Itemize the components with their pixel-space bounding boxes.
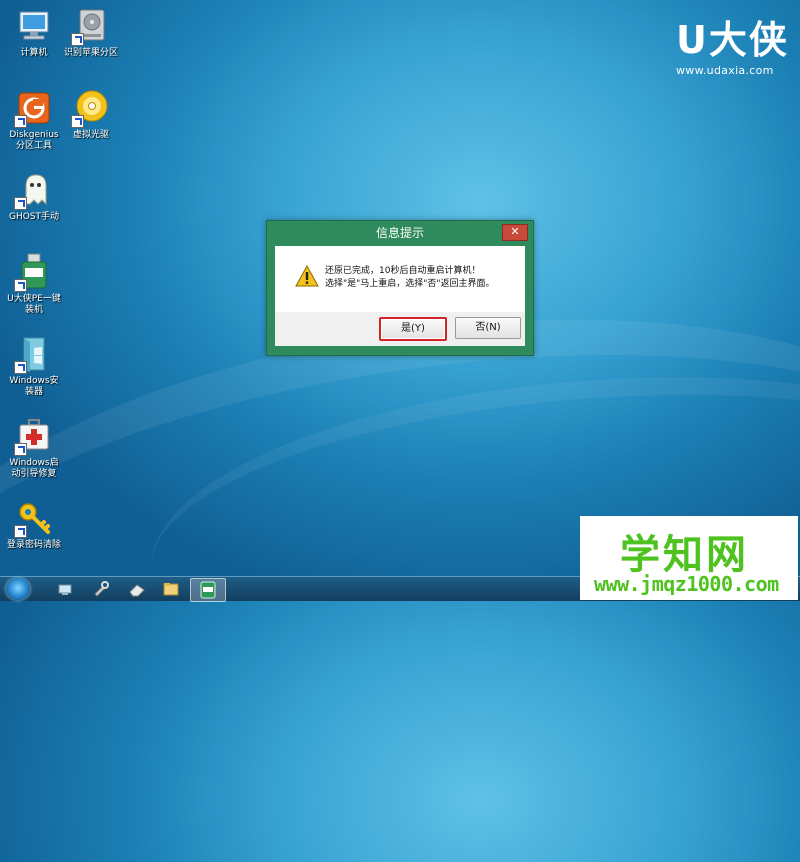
taskbar-udaxia-app[interactable] <box>190 578 226 602</box>
shortcut-arrow-icon <box>14 115 27 128</box>
message-line-2: 选择"是"马上重启，选择"否"返回主界面。 <box>325 279 495 289</box>
shortcut-arrow-icon <box>14 525 27 538</box>
desktop-icon-windows-installer[interactable]: Windows安 装器 <box>0 334 68 398</box>
desktop-icon-virtual-drive[interactable]: 虚拟光驱 <box>57 88 125 141</box>
ghost-icon <box>14 170 54 210</box>
dialog-title: 信息提示 <box>375 226 424 240</box>
key-icon <box>14 498 54 538</box>
dialog-message: 还原已完成，10秒后自动重启计算机！ 选择"是"马上重启，选择"否"返回主界面。 <box>325 265 495 291</box>
desktop-icon-label: GHOST手动 <box>8 212 60 222</box>
shortcut-arrow-icon <box>14 197 27 210</box>
taskbar-eraser-icon[interactable] <box>128 580 146 598</box>
shortcut-arrow-icon <box>71 33 84 46</box>
watermark-url: www.jmqz1000.com <box>594 572 779 596</box>
no-button[interactable]: 否(N) <box>455 317 521 339</box>
message-line-1: 还原已完成，10秒后自动重启计算机！ <box>325 266 481 276</box>
shortcut-arrow-icon <box>14 443 27 456</box>
udaxia-logo: U大侠 www.udaxia.com <box>676 18 796 77</box>
shortcut-arrow-icon <box>14 361 27 374</box>
desktop-icon-label: 虚拟光驱 <box>72 130 109 140</box>
dialog-button-bar: 是(Y) 否(N) <box>275 312 525 346</box>
desktop-icon-label: Windows启 动引导修复 <box>9 458 59 479</box>
desktop-icon-label: 识别苹果分区 <box>63 48 118 58</box>
yes-button[interactable]: 是(Y) <box>379 317 447 341</box>
brand-name: U大侠 <box>676 18 789 62</box>
diskgenius-icon <box>14 88 54 128</box>
desktop-icon-boot-repair[interactable]: Windows启 动引导修复 <box>0 416 68 480</box>
dialog-body: 还原已完成，10秒后自动重启计算机！ 选择"是"马上重启，选择"否"返回主界面。… <box>275 246 525 346</box>
desktop-icon-mac-partition[interactable]: 识别苹果分区 <box>57 6 125 59</box>
desktop-icon-udaxia-pe[interactable]: U大侠PE一键 装机 <box>0 252 68 316</box>
desktop-icon-label: U大侠PE一键 装机 <box>7 294 61 315</box>
usb-drive-icon <box>14 252 54 292</box>
shortcut-arrow-icon <box>14 279 27 292</box>
brand-url: www.udaxia.com <box>676 64 774 77</box>
first-aid-kit-icon <box>14 416 54 456</box>
desktop-icon-ghost[interactable]: GHOST手动 <box>0 170 68 223</box>
desktop-icon-label: Windows安 装器 <box>9 376 59 397</box>
desktop-icon-label: 登录密码清除 <box>6 540 61 550</box>
taskbar-network-icon[interactable] <box>56 580 74 598</box>
installer-box-icon <box>14 334 54 374</box>
disc-icon <box>71 88 111 128</box>
info-dialog: 信息提示 ✕ 还原已完成，10秒后自动重启计算机！ 选择"是"马上重启，选择"否… <box>266 220 534 356</box>
computer-icon <box>14 6 54 46</box>
taskbar-tools-icon[interactable] <box>92 580 110 598</box>
site-watermark: 学知网 www.jmqz1000.com <box>580 516 798 600</box>
dialog-message-area: 还原已完成，10秒后自动重启计算机！ 选择"是"马上重启，选择"否"返回主界面。 <box>275 246 525 312</box>
start-button[interactable] <box>6 578 30 600</box>
taskbar-explorer-icon[interactable] <box>162 580 180 598</box>
close-button[interactable]: ✕ <box>502 224 528 241</box>
hard-drive-icon <box>71 6 111 46</box>
desktop-icon-password-clear[interactable]: 登录密码清除 <box>0 498 68 551</box>
warning-icon <box>295 264 319 287</box>
shortcut-arrow-icon <box>71 115 84 128</box>
